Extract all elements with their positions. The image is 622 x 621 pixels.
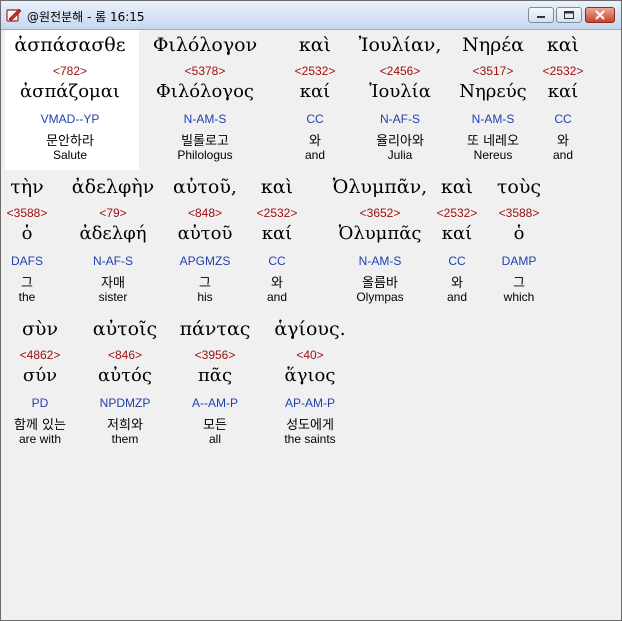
word-cell[interactable]: ἀσπάσασθε <782> ἀσπάζομαι VMAD--YP 문안하라 Salut…: [14, 30, 125, 170]
strong-number: <40>: [296, 348, 324, 362]
interlinear-view: ἀσπάσασθε <782> ἀσπάζομαι VMAD--YP 문안하라 Salut…: [5, 30, 617, 614]
window-title: @원전분해 - 롬 16:15: [27, 10, 145, 24]
pen-book-icon[interactable]: [6, 7, 22, 23]
morphology-code: VMAD--YP: [40, 112, 100, 126]
greek-word: ἁγίους.: [274, 318, 346, 340]
english-gloss: Salute: [52, 148, 88, 162]
word-cell[interactable]: ἁγίους. <40> ἅγιος AP-AM-P 성도에게 the saints: [265, 314, 355, 454]
word-cell[interactable]: τοὺς <3588> ὁ DAMP 그 which: [474, 172, 564, 312]
maximize-icon: [564, 11, 574, 19]
strong-number: <3588>: [498, 206, 540, 220]
korean-gloss: 문안하라: [46, 134, 94, 149]
close-button[interactable]: [585, 7, 615, 23]
morphology-code: DAMP: [501, 254, 537, 268]
minimize-icon: [537, 16, 545, 18]
close-icon: [595, 10, 605, 20]
lexical-form: ἅγιος: [284, 365, 336, 386]
korean-gloss: 성도에게: [286, 418, 334, 433]
english-gloss: and: [552, 148, 574, 162]
korean-gloss: 그: [513, 276, 525, 291]
morphology-code: AP-AM-P: [284, 396, 335, 410]
word-cell[interactable]: καὶ <2532> καί CC 와 and: [518, 30, 608, 170]
english-gloss: the saints: [284, 432, 336, 446]
lexical-form: καί: [547, 81, 579, 102]
minimize-button[interactable]: [528, 7, 554, 23]
greek-word: τοὺς: [496, 176, 542, 198]
korean-gloss: 와: [557, 134, 569, 149]
strong-number: <782>: [52, 64, 88, 78]
strong-number: <2532>: [542, 64, 584, 78]
english-gloss: which: [503, 290, 535, 304]
maximize-button[interactable]: [556, 7, 582, 23]
morphology-code: CC: [554, 112, 572, 126]
greek-word: καὶ: [546, 34, 580, 56]
lexical-form: ὁ: [513, 223, 525, 244]
title-bar[interactable]: @원전분해 - 롬 16:15: [1, 1, 621, 30]
app-window: @원전분해 - 롬 16:15 ἀσπάσασθε <782> ἀσπάζομαι V…: [0, 0, 622, 621]
